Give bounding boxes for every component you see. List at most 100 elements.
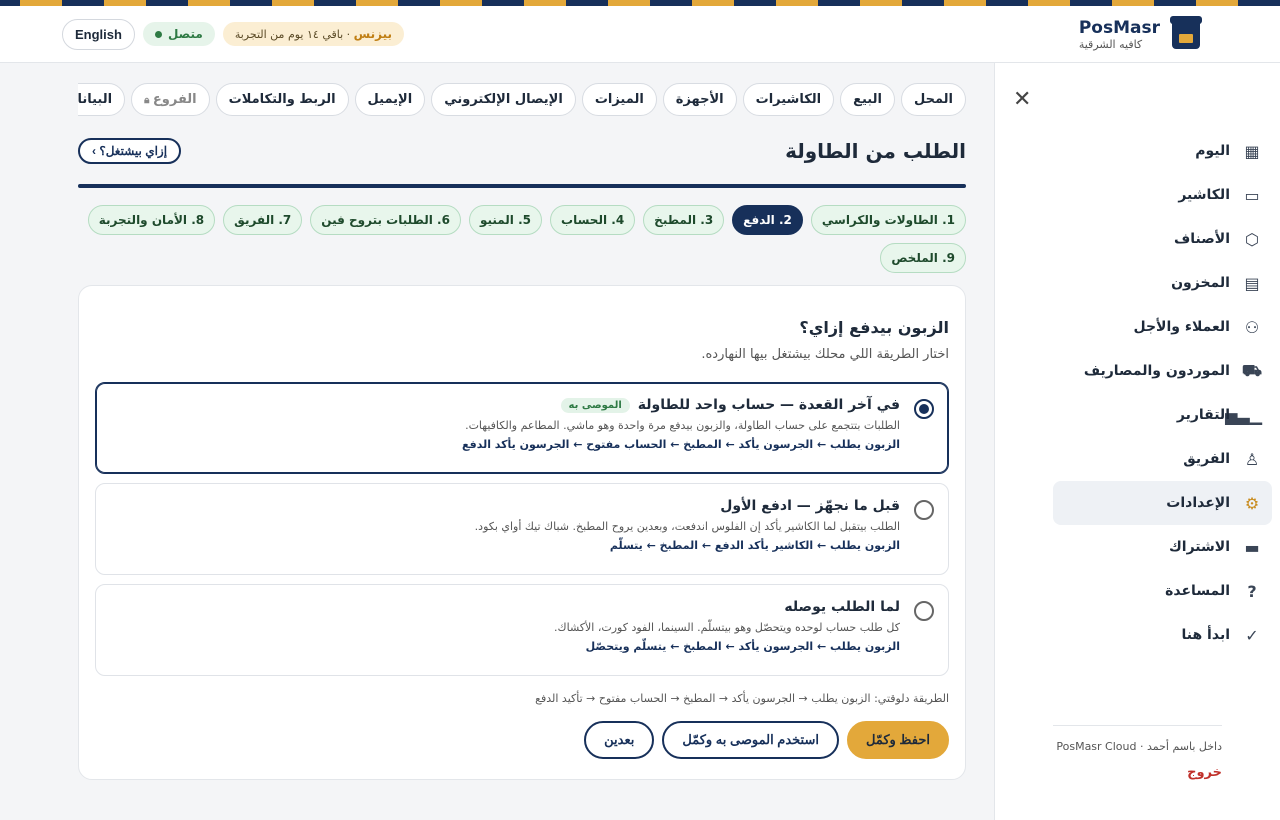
option-flow: الزبون يطلب ← الكاشير يأكد الدفع ← المطب… [609,539,900,552]
settings-tabs: المحل البيع الكاشيرات الأجهزة الميزات الإيصال… [78,83,966,116]
payment-card: الزبون بيدفع إزاي؟ اختار الطريقة اللي مح… [78,285,966,780]
tab-label: الإيميل [367,92,413,107]
tab[interactable]: الإيميل [354,83,426,116]
how-it-works-button[interactable]: إزاي بيشتغل؟ › [78,138,182,164]
later-button[interactable]: بعدين [584,721,655,759]
store-name: كافيه الشرقية [1078,37,1143,51]
tab-label: الإيصال الإلكتروني [444,92,563,107]
sidebar-footer: داخل باسم أحمد · PosMasr Cloud خروج [1053,725,1222,820]
option-pay-first[interactable]: قبل ما نجهّز — ادفع الأول الطلب بيتقبل ل… [95,483,949,575]
wizard-step[interactable]: 2. الدفع [732,205,803,235]
wizard-step[interactable]: 5. المنيو [468,205,543,235]
option-flow: الزبون يطلب ← الجرسون يأكد ← المطبخ ← يت… [585,640,900,653]
page-title: الطلب من الطاولة [785,139,966,163]
sidebar-item[interactable]: ? المساعدة [1053,569,1272,613]
gear-icon: ⚙ [1244,493,1260,513]
sidebar-item[interactable]: ♙ الفريق [1053,437,1272,481]
brand-name: PosMasr [1078,17,1160,38]
wizard-step[interactable]: 6. الطلبات بتروح فين [310,205,461,235]
sidebar-item-label: العملاء والأجل [1133,319,1230,335]
trial-text: · باقي ١٤ يوم من التجربة [234,28,351,41]
tab[interactable]: البيانات [78,83,126,116]
sidebar-item-label: اليوم [1195,143,1230,159]
sidebar-item[interactable]: ▤ المخزون [1053,261,1272,305]
tab[interactable]: الميزات [581,83,657,116]
option-pay-on-delivery[interactable]: لما الطلب يوصله كل طلب حساب لوحده ويتحصّ… [95,584,949,676]
tab[interactable]: الكاشيرات [742,83,835,116]
tab-label: الكاشيرات [755,92,822,107]
brand[interactable]: PosMasr كافيه الشرقية [1078,16,1202,51]
wizard-step[interactable]: 9. الملخص [880,243,966,273]
sidebar-item-label: المخزون [1171,275,1230,291]
sidebar-item-label: الأصناف [1174,231,1230,247]
archive-icon: ▤ [1244,273,1260,293]
recommended-badge: الموصى به [560,397,630,413]
main-content: المحل البيع الكاشيرات الأجهزة الميزات الإيصال… [78,63,966,780]
calendar-icon: ▦ [1244,141,1260,161]
wizard-step[interactable]: 7. الفريق [223,205,303,235]
tab[interactable]: الربط والتكاملات [215,83,349,116]
tab-label: الأجهزة [675,92,724,107]
check-icon: ✓ [1245,625,1259,645]
sidebar-item[interactable]: ▭ الكاشير [1053,173,1272,217]
tab[interactable]: البيع [840,83,895,116]
use-recommended-button[interactable]: استخدم الموصى به وكمّل [662,721,839,759]
monitor-icon: ▭ [1244,185,1260,205]
sidebar-item[interactable]: ✓ ابدأ هنا [1053,613,1272,657]
save-continue-button[interactable]: احفظ وكمّل [846,721,949,759]
radio[interactable] [914,500,934,520]
wizard-step[interactable]: 1. الطاولات والكراسي [810,205,966,235]
sidebar-item-label: الاشتراك [1168,539,1230,555]
sidebar-item[interactable]: ⛟ الموردون والمصاريف [1053,349,1272,393]
sidebar-item-label: ابدأ هنا [1181,627,1231,643]
option-desc: الطلبات بتتجمع على حساب الطاولة، والزبون… [465,419,900,432]
progress-bar [78,184,966,188]
bar-chart-icon: ▁▃▅ [1225,405,1262,425]
sidebar-item[interactable]: ⚇ العملاء والأجل [1053,305,1272,349]
option-desc: كل طلب حساب لوحده ويتحصّل وهو بيتسلّم. ا… [554,621,900,634]
users-icon: ⚇ [1244,317,1260,337]
help-circle-icon: ? [1247,581,1257,601]
tab-label: الفروع [152,92,197,107]
language-button[interactable]: English [62,18,135,50]
tab-label: الربط والتكاملات [228,92,336,107]
status-badge: متصل [142,22,215,46]
sidebar-item[interactable]: ⚙ الإعدادات [1053,481,1272,525]
user-line: داخل باسم أحمد · PosMasr Cloud [1056,740,1222,753]
tab-label: المحل [913,92,953,107]
close-icon[interactable]: ✕ [1013,87,1031,112]
tab[interactable]: المحل [900,83,966,116]
sidebar-item-label: المساعدة [1165,583,1230,599]
sidebar-item[interactable]: ▦ اليوم [1053,129,1272,173]
sidebar-nav: ▦ اليوم ▭ الكاشير ⬡ الأصناف ▤ المخزون ⚇ العملاء و… [1053,129,1272,657]
radio[interactable] [914,601,934,621]
credit-card-icon: ▬ [1244,537,1260,557]
tab[interactable]: الأجهزة [662,83,737,116]
tab[interactable]: الإيصال الإلكتروني [431,83,576,116]
wizard-step[interactable]: 8. الأمان والتجربة [87,205,216,235]
option-desc: الطلب بيتقبل لما الكاشير يأكد إن الفلوس … [474,520,900,533]
option-flow: الزبون يطلب ← الجرسون يأكد ← المطبخ ← ال… [462,438,900,451]
option-pay-at-end[interactable]: في آخر القعدة — حساب واحد للطاولة الموصى… [95,382,949,474]
current-method: الطريقة دلوقتي: الزبون يطلب → الجرسون يأ… [535,692,949,705]
sidebar-item-label: الكاشير [1178,187,1230,203]
card-title: الزبون بيدفع إزاي؟ [799,318,949,337]
tab-label: الميزات [594,92,644,107]
sidebar-item-label: الإعدادات [1166,495,1230,511]
tab[interactable]: الفروع 🔒︎ [131,83,210,116]
tab-label: البيانات [78,92,113,107]
wizard-steps: 1. الطاولات والكراسي 2. الدفع 3. المطبخ 4. … [78,205,966,273]
trial-badge[interactable]: بيزنس · باقي ١٤ يوم من التجربة [222,22,405,46]
wizard-step[interactable]: 4. الحساب [550,205,636,235]
radio-selected[interactable] [914,399,934,419]
user-icon: ♙ [1244,449,1260,469]
sidebar-item[interactable]: ▬ الاشتراك [1053,525,1272,569]
wizard-step[interactable]: 3. المطبخ [643,205,725,235]
tab-label: البيع [853,92,882,107]
box-icon: ⬡ [1245,229,1259,249]
sidebar-item[interactable]: ⬡ الأصناف [1053,217,1272,261]
option-title: قبل ما نجهّز — ادفع الأول [720,498,900,514]
sidebar-item[interactable]: ▁▃▅ التقارير [1053,393,1272,437]
logout-link[interactable]: خروج [1053,765,1222,780]
truck-icon: ⛟ [1241,360,1262,380]
